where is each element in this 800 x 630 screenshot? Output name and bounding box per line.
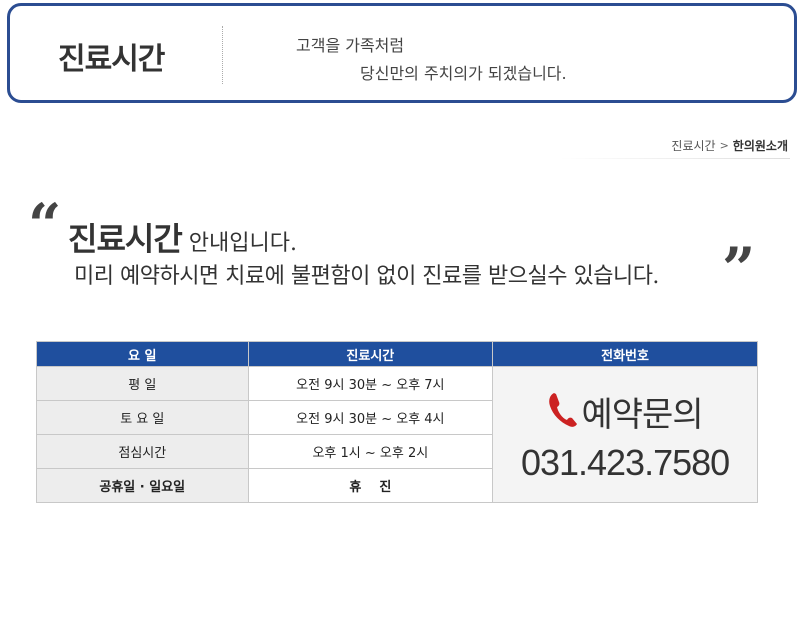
open-quote-icon: “ [28, 191, 62, 259]
time-cell: 오전 9시 30분 ~ 오후 4시 [247, 400, 494, 435]
table-header-row: 요 일 진료시간 전화번호 [36, 341, 758, 367]
breadcrumb-separator: > [719, 139, 729, 152]
breadcrumb-item[interactable]: 진료시간 [671, 137, 715, 154]
intro-title-strong: 진료시간 [68, 220, 183, 258]
phone-icon [547, 391, 579, 433]
day-cell: 점심시간 [36, 434, 249, 469]
intro-title-rest: 안내입니다. [181, 231, 297, 256]
hours-table: 요 일 진료시간 전화번호 평 일 오전 9시 30분 ~ 오후 7시 예약문의 [36, 341, 758, 503]
close-quote-icon: ” [722, 235, 756, 303]
reservation-label: 예약문의 [581, 395, 703, 435]
column-header-phone: 전화번호 [492, 341, 758, 367]
time-cell-closed: 휴 진 [247, 468, 494, 503]
breadcrumb-current[interactable]: 한의원소개 [733, 137, 788, 154]
day-cell-holiday: 공휴일 · 일요일 [36, 468, 249, 503]
intro-heading: 진료시간 안내입니다. [68, 214, 297, 260]
intro-subtitle: 미리 예약하시면 치료에 불편함이 없이 진료를 받으실수 있습니다. [74, 264, 659, 289]
column-header-time: 진료시간 [247, 341, 494, 367]
breadcrumb: 진료시간 > 한의원소개 [671, 137, 788, 154]
page-title: 진료시간 [58, 42, 165, 77]
table-row: 평 일 오전 9시 30분 ~ 오후 7시 예약문의 031.423.7580 [36, 366, 758, 503]
slogan-line-1: 고객을 가족처럼 [296, 36, 405, 55]
header-divider [222, 26, 223, 84]
day-cell: 평 일 [36, 366, 249, 401]
time-cell: 오후 1시 ~ 오후 2시 [247, 434, 494, 469]
phone-number[interactable]: 031.423.7580 [521, 442, 730, 484]
slogan-line-2: 당신만의 주치의가 되겠습니다. [360, 64, 567, 83]
day-cell: 토 요 일 [36, 400, 249, 435]
column-header-day: 요 일 [36, 341, 249, 367]
breadcrumb-underline [560, 158, 790, 159]
header-box: 진료시간 고객을 가족처럼 당신만의 주치의가 되겠습니다. [7, 3, 797, 103]
contact-cell: 예약문의 031.423.7580 [492, 366, 758, 503]
time-cell: 오전 9시 30분 ~ 오후 7시 [247, 366, 494, 401]
